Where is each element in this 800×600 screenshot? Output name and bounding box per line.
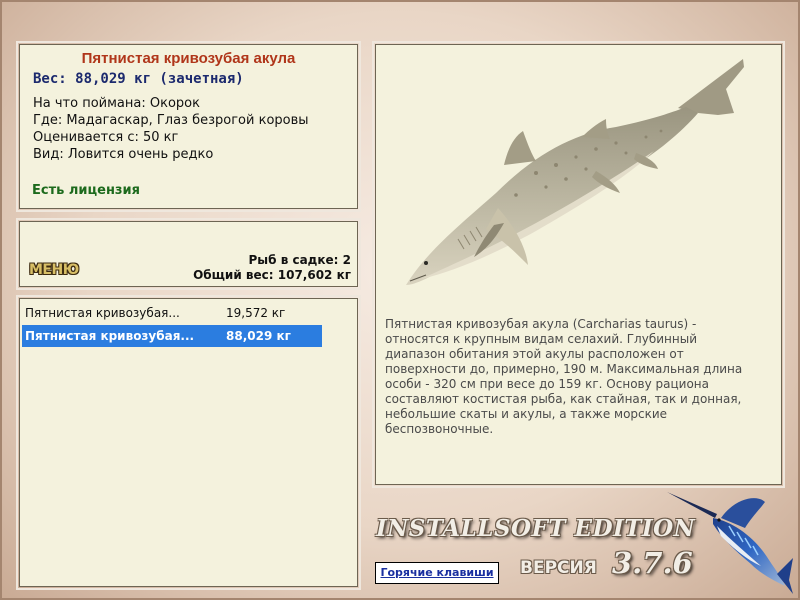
species-rarity: Вид: Ловится очень редко bbox=[33, 147, 214, 162]
catch-location: Где: Мадагаскар, Глаз безрогой коровы bbox=[33, 113, 309, 128]
list-item-name: Пятнистая кривозубая... bbox=[25, 306, 180, 320]
hotkeys-button[interactable]: Горячие клавиши bbox=[375, 562, 499, 584]
fish-details: На что поймана: Окорок Где: Мадагаскар, … bbox=[20, 95, 357, 163]
cage-total-weight: Общий вес: 107,602 кг bbox=[193, 268, 351, 282]
fish-viewer-panel: Пятнистая кривозубая акула (Carcharias t… bbox=[372, 41, 785, 488]
valued-from: Оценивается с: 50 кг bbox=[33, 130, 179, 145]
caught-with: На что поймана: Окорок bbox=[33, 96, 200, 111]
cage-stats: Рыб в садке: 2 Общий вес: 107,602 кг bbox=[193, 253, 351, 283]
fish-info-panel: Пятнистая кривозубая акула Вес: 88,029 к… bbox=[16, 41, 361, 212]
list-item-name: Пятнистая кривозубая... bbox=[25, 329, 195, 343]
version-label: ВЕРСИЯ bbox=[520, 558, 597, 578]
list-item-selected[interactable]: Пятнистая кривозубая... 88,029 кг bbox=[22, 325, 322, 347]
list-item[interactable]: Пятнистая кривозубая... 19,572 кг bbox=[22, 302, 322, 324]
fish-title: Пятнистая кривозубая акула bbox=[81, 50, 296, 67]
cage-fish-count: Рыб в садке: 2 bbox=[248, 253, 352, 267]
list-item-weight: 88,029 кг bbox=[226, 329, 291, 343]
marlin-icon bbox=[667, 492, 793, 594]
sand-tiger-shark-image bbox=[406, 59, 744, 285]
license-status: Есть лицензия bbox=[32, 183, 140, 198]
menu-button[interactable]: МЕНЮ bbox=[29, 262, 79, 278]
fish-weight: Вес: 88,029 кг (зачетная) bbox=[33, 71, 244, 87]
list-item-weight: 19,572 кг bbox=[226, 306, 286, 320]
catch-list: Пятнистая кривозубая... 19,572 кг Пятнис… bbox=[16, 295, 361, 590]
brand-title: INSTALLSOFT EDITION bbox=[376, 515, 696, 542]
cage-panel: МЕНЮ Рыб в садке: 2 Общий вес: 107,602 к… bbox=[16, 218, 361, 290]
fish-description: Пятнистая кривозубая акула (Carcharias t… bbox=[385, 317, 743, 436]
